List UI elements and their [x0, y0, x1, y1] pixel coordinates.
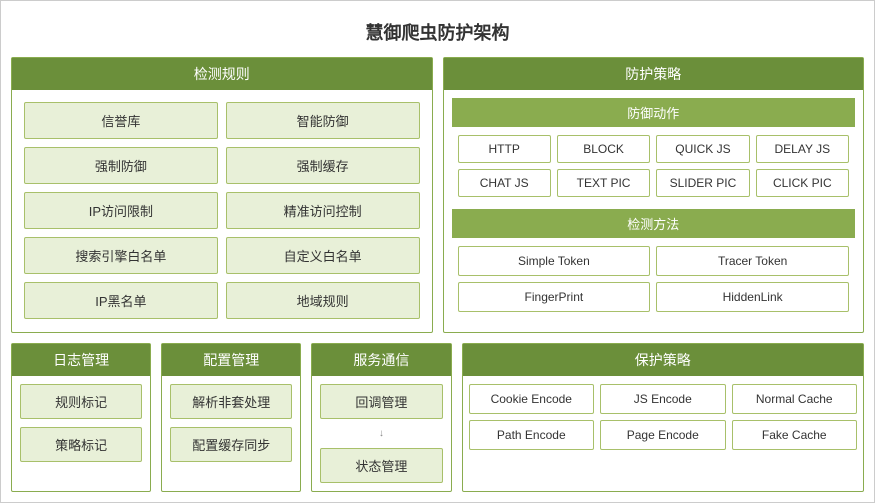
bottom-left: 日志管理 规则标记 策略标记 配置管理 解析非套处理 配置缓存同步 服务通信 回… [11, 343, 452, 492]
list-item: Simple Token [458, 246, 651, 276]
list-item: 信誉库 [24, 102, 218, 139]
config-management-panel: 配置管理 解析非套处理 配置缓存同步 [161, 343, 301, 492]
list-item: 智能防御 [226, 102, 420, 139]
list-item: Fake Cache [732, 420, 858, 450]
defense-section: 防御动作 HTTP BLOCK QUICK JS DELAY JS CHAT J… [444, 90, 864, 332]
service-comm-header: 服务通信 [312, 344, 450, 376]
list-item: TEXT PIC [557, 169, 650, 197]
detection-rules-panel: 检测规则 信誉库 智能防御 强制防御 强制缓存 IP访问限制 精准访问控制 搜索… [11, 57, 433, 333]
list-item: Tracer Token [656, 246, 849, 276]
service-comm-panel: 服务通信 回调管理 ↓ 状态管理 [311, 343, 451, 492]
list-item: 配置缓存同步 [170, 427, 292, 462]
list-item: 搜索引擎白名单 [24, 237, 218, 274]
page-title: 慧御爬虫防护架构 [11, 11, 864, 57]
defense-action-section: 防御动作 HTTP BLOCK QUICK JS DELAY JS CHAT J… [452, 98, 856, 205]
list-item: 自定义白名单 [226, 237, 420, 274]
list-item: JS Encode [600, 384, 725, 414]
list-item: 策略标记 [20, 427, 142, 462]
log-management-header: 日志管理 [12, 344, 150, 376]
list-item: HiddenLink [656, 282, 849, 312]
bottom-row: 日志管理 规则标记 策略标记 配置管理 解析非套处理 配置缓存同步 服务通信 回… [11, 343, 864, 492]
service-comm-grid: 回调管理 ↓ 状态管理 [312, 376, 450, 491]
defense-action-grid: HTTP BLOCK QUICK JS DELAY JS CHAT JS TEX… [452, 127, 856, 205]
list-item: IP黑名单 [24, 282, 218, 319]
list-item: Cookie Encode [469, 384, 594, 414]
detect-method-grid: Simple Token Tracer Token FingerPrint Hi… [452, 238, 856, 320]
list-item: 强制防御 [24, 147, 218, 184]
list-item: BLOCK [557, 135, 650, 163]
list-item: 规则标记 [20, 384, 142, 419]
list-item: SLIDER PIC [656, 169, 749, 197]
detect-method-section: 检测方法 Simple Token Tracer Token FingerPri… [452, 209, 856, 320]
list-item: CHAT JS [458, 169, 551, 197]
list-item: DELAY JS [756, 135, 849, 163]
connector: ↓ [320, 427, 442, 440]
log-management-panel: 日志管理 规则标记 策略标记 [11, 343, 151, 492]
protect-strategy-grid: Cookie Encode JS Encode Normal Cache Pat… [463, 376, 863, 458]
protection-policy-panel: 防护策略 防御动作 HTTP BLOCK QUICK JS DELAY JS C… [443, 57, 865, 333]
list-item: Page Encode [600, 420, 725, 450]
list-item: CLICK PIC [756, 169, 849, 197]
protect-strategy-panel: 保护策略 Cookie Encode JS Encode Normal Cach… [462, 343, 864, 492]
list-item: QUICK JS [656, 135, 749, 163]
list-item: FingerPrint [458, 282, 651, 312]
list-item: HTTP [458, 135, 551, 163]
list-item: 强制缓存 [226, 147, 420, 184]
detect-method-header: 检测方法 [452, 209, 856, 238]
detection-rules-grid: 信誉库 智能防御 强制防御 强制缓存 IP访问限制 精准访问控制 搜索引擎白名单… [12, 90, 432, 331]
protect-strategy-header: 保护策略 [463, 344, 863, 376]
protection-policy-header: 防护策略 [444, 58, 864, 90]
list-item: Normal Cache [732, 384, 858, 414]
config-management-grid: 解析非套处理 配置缓存同步 [162, 376, 300, 470]
defense-action-header: 防御动作 [452, 98, 856, 127]
list-item: IP访问限制 [24, 192, 218, 229]
config-management-header: 配置管理 [162, 344, 300, 376]
list-item: 地域规则 [226, 282, 420, 319]
list-item: Path Encode [469, 420, 594, 450]
top-row: 检测规则 信誉库 智能防御 强制防御 强制缓存 IP访问限制 精准访问控制 搜索… [11, 57, 864, 333]
log-management-grid: 规则标记 策略标记 [12, 376, 150, 470]
list-item: 回调管理 [320, 384, 442, 419]
list-item: 状态管理 [320, 448, 442, 483]
detection-rules-header: 检测规则 [12, 58, 432, 90]
list-item: 解析非套处理 [170, 384, 292, 419]
list-item: 精准访问控制 [226, 192, 420, 229]
main-container: 慧御爬虫防护架构 检测规则 信誉库 智能防御 强制防御 强制缓存 IP访问限制 … [0, 0, 875, 503]
